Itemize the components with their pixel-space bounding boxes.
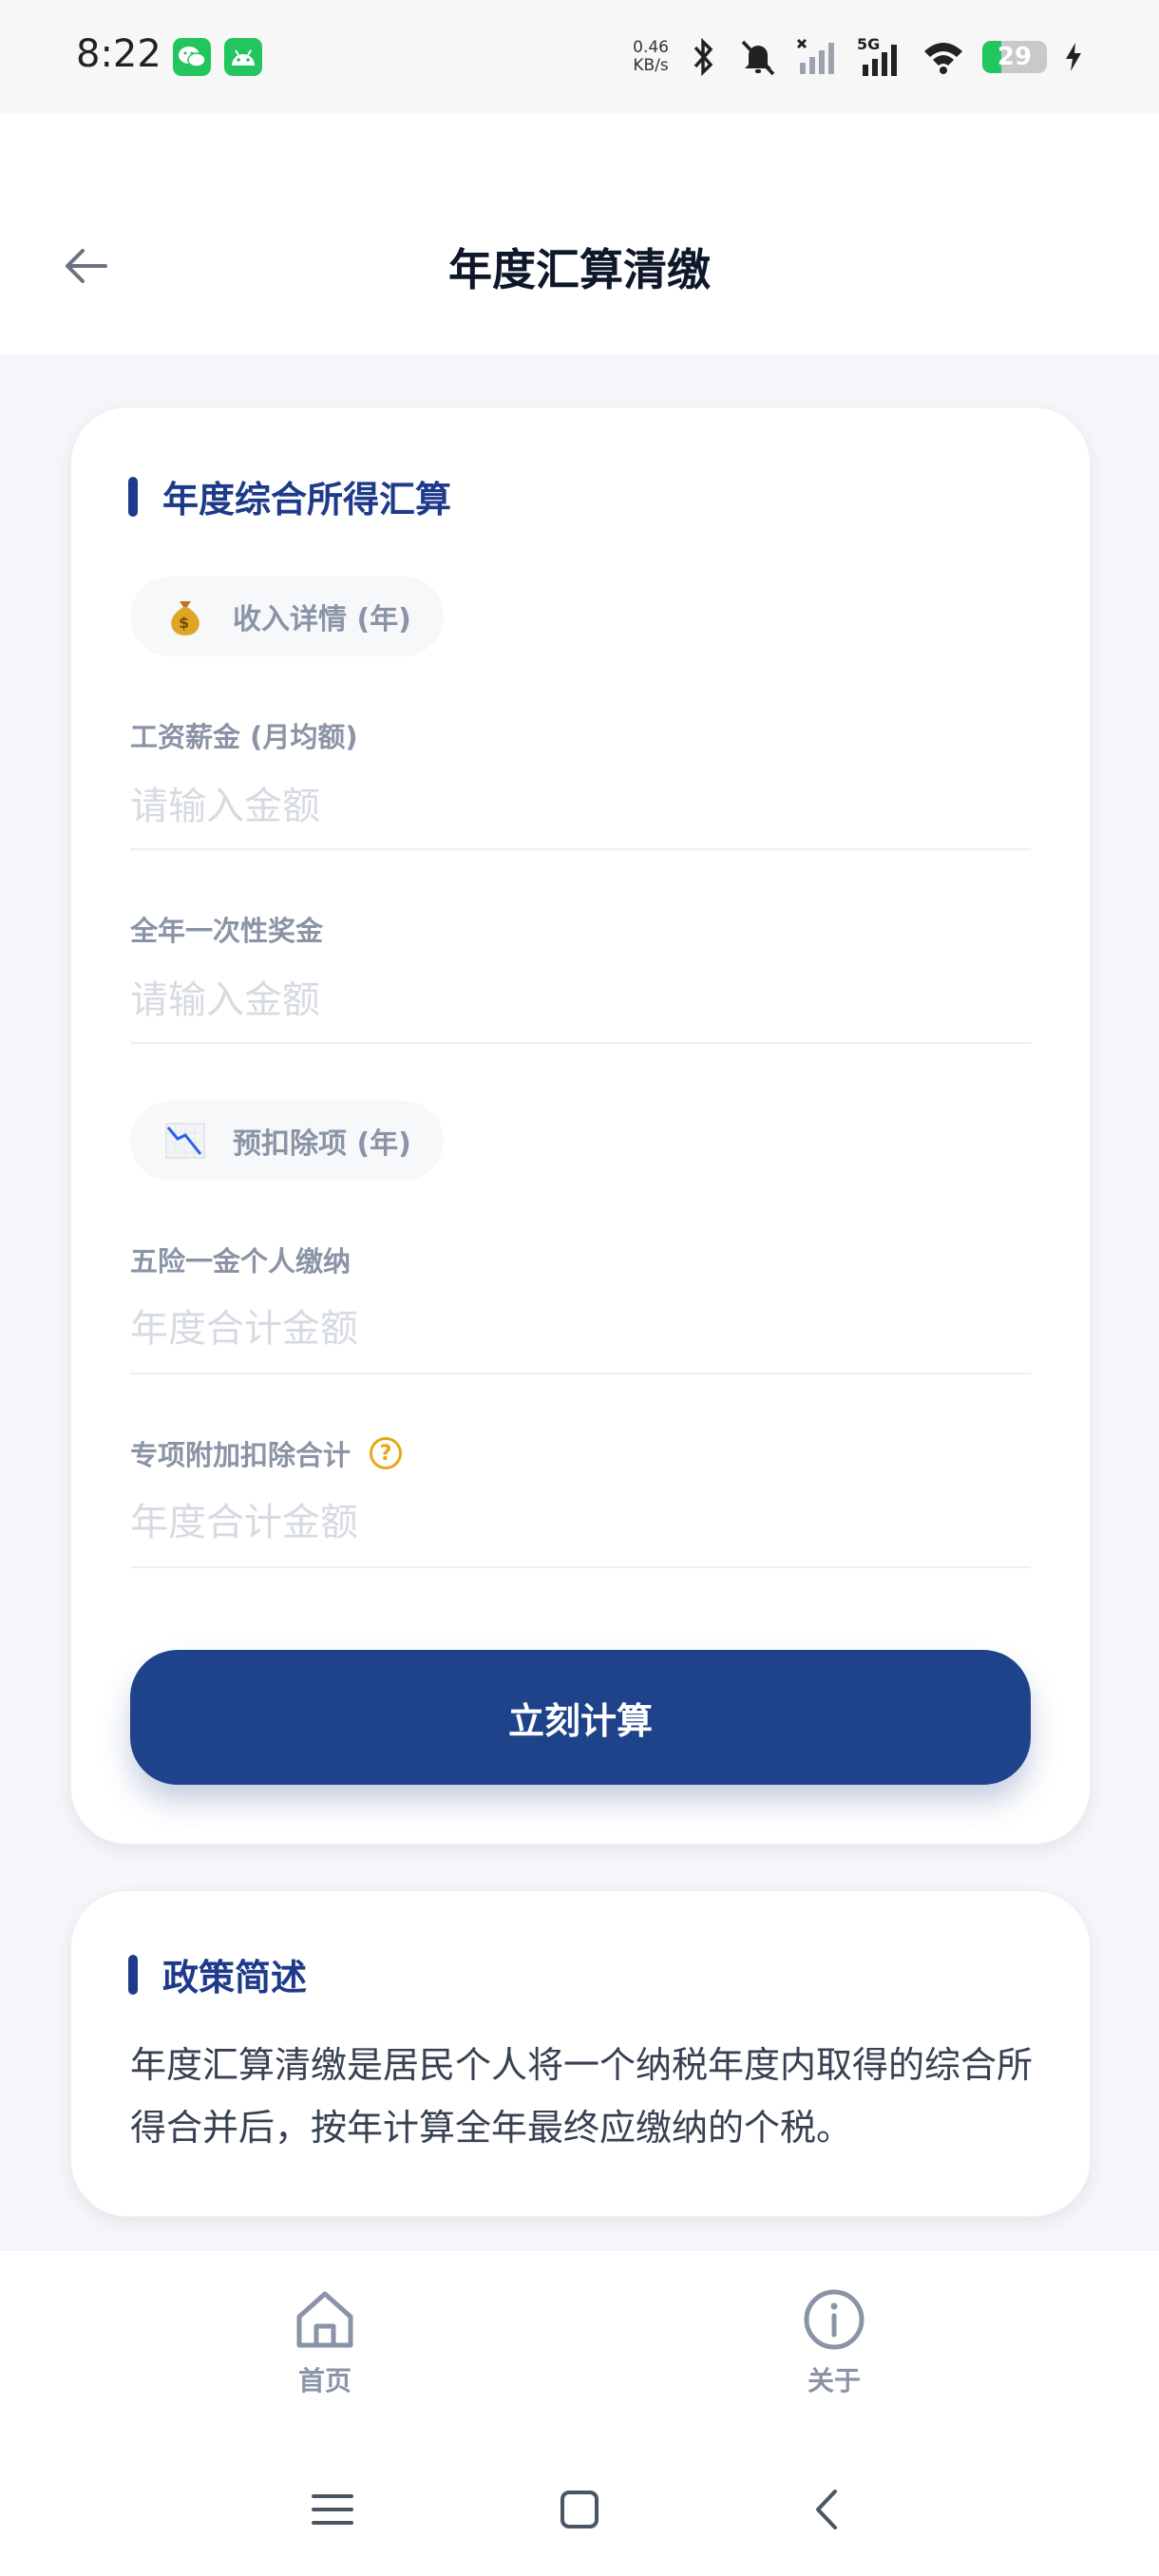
salary-input[interactable] — [130, 778, 1031, 835]
system-nav-bar — [0, 2443, 1159, 2576]
salary-label: 工资薪金 (月均额) — [130, 721, 358, 753]
money-bag-icon: $ — [162, 594, 208, 639]
svg-text:5G: 5G — [857, 36, 880, 53]
special-deduction-label: 专项附加扣除合计 — [130, 1439, 352, 1471]
status-icons: 0.46 KB/s 5G 29 — [633, 28, 1083, 85]
nav-home[interactable]: 首页 — [249, 2288, 401, 2398]
income-details-label: 收入详情 (年) — [233, 603, 411, 636]
bluetooth-icon — [686, 38, 720, 76]
chart-down-icon — [162, 1118, 208, 1164]
section-title: 政策简述 — [128, 1948, 307, 2000]
net-speed-unit: KB/s — [633, 56, 669, 75]
special-deduction-input[interactable] — [130, 1494, 1031, 1551]
menu-icon[interactable] — [304, 2481, 361, 2538]
bottom-nav: 首页 关于 — [0, 2249, 1159, 2444]
insurance-input[interactable] — [130, 1300, 1031, 1357]
bonus-label: 全年一次性奖金 — [130, 915, 324, 947]
nav-about-label: 关于 — [807, 2365, 861, 2396]
info-icon — [804, 2289, 864, 2350]
policy-card: 政策简述 年度汇算清缴是居民个人将一个纳税年度内取得的综合所得合并后，按年计算全… — [70, 1890, 1091, 2217]
status-time: 8:22 — [76, 32, 162, 76]
section-accent-bar — [128, 476, 138, 517]
section-accent-bar — [128, 1954, 138, 1995]
battery-level: 29 — [997, 43, 1033, 71]
policy-description: 年度汇算清缴是居民个人将一个纳税年度内取得的综合所得合并后，按年计算全年最终应缴… — [130, 2044, 1034, 2149]
home-square-icon[interactable] — [551, 2481, 608, 2538]
divider — [130, 1042, 1031, 1044]
income-details-pill: $ 收入详情 (年) — [130, 577, 444, 656]
divider — [130, 848, 1031, 850]
section-title-text: 政策简述 — [162, 1957, 308, 1998]
question-circle-icon[interactable]: ? — [370, 1437, 403, 1469]
insurance-label: 五险一金个人缴纳 — [130, 1245, 352, 1278]
special-deduction-label-row: 专项附加扣除合计 ? — [130, 1433, 403, 1473]
deduction-pill-label: 预扣除项 (年) — [233, 1127, 411, 1161]
net-speed: 0.46 KB/s — [633, 39, 669, 75]
net-speed-value: 0.46 — [633, 38, 669, 57]
charging-icon — [1064, 41, 1083, 73]
page-title: 年度汇算清缴 — [448, 244, 711, 295]
divider — [130, 1566, 1031, 1568]
back-chevron-icon[interactable] — [798, 2481, 855, 2538]
bonus-input[interactable] — [130, 972, 1031, 1029]
signal-5g-icon: 5G — [857, 36, 904, 78]
status-bar: 8:22 0.46 KB/s 5G 29 — [0, 0, 1159, 114]
wifi-icon — [922, 38, 965, 76]
deduction-pill: 预扣除项 (年) — [130, 1101, 444, 1181]
section-title: 年度综合所得汇算 — [128, 470, 451, 522]
app-header: 年度汇算清缴 — [0, 114, 1159, 354]
battery-indicator: 29 — [982, 41, 1047, 73]
nav-home-label: 首页 — [297, 2365, 352, 2396]
annual-calc-card: 年度综合所得汇算 $ 收入详情 (年) 工资薪金 (月均额) 全年一次性奖金 预… — [70, 407, 1091, 1845]
section-title-text: 年度综合所得汇算 — [162, 479, 452, 521]
bell-muted-icon — [737, 38, 779, 76]
wechat-icon — [173, 38, 211, 76]
svg-text:$: $ — [179, 614, 189, 632]
nav-about[interactable]: 关于 — [758, 2288, 910, 2398]
signal-none-icon — [796, 38, 840, 76]
divider — [130, 1373, 1031, 1374]
android-icon — [224, 38, 262, 76]
calculate-button[interactable]: 立刻计算 — [130, 1650, 1031, 1785]
home-icon — [296, 2291, 353, 2348]
